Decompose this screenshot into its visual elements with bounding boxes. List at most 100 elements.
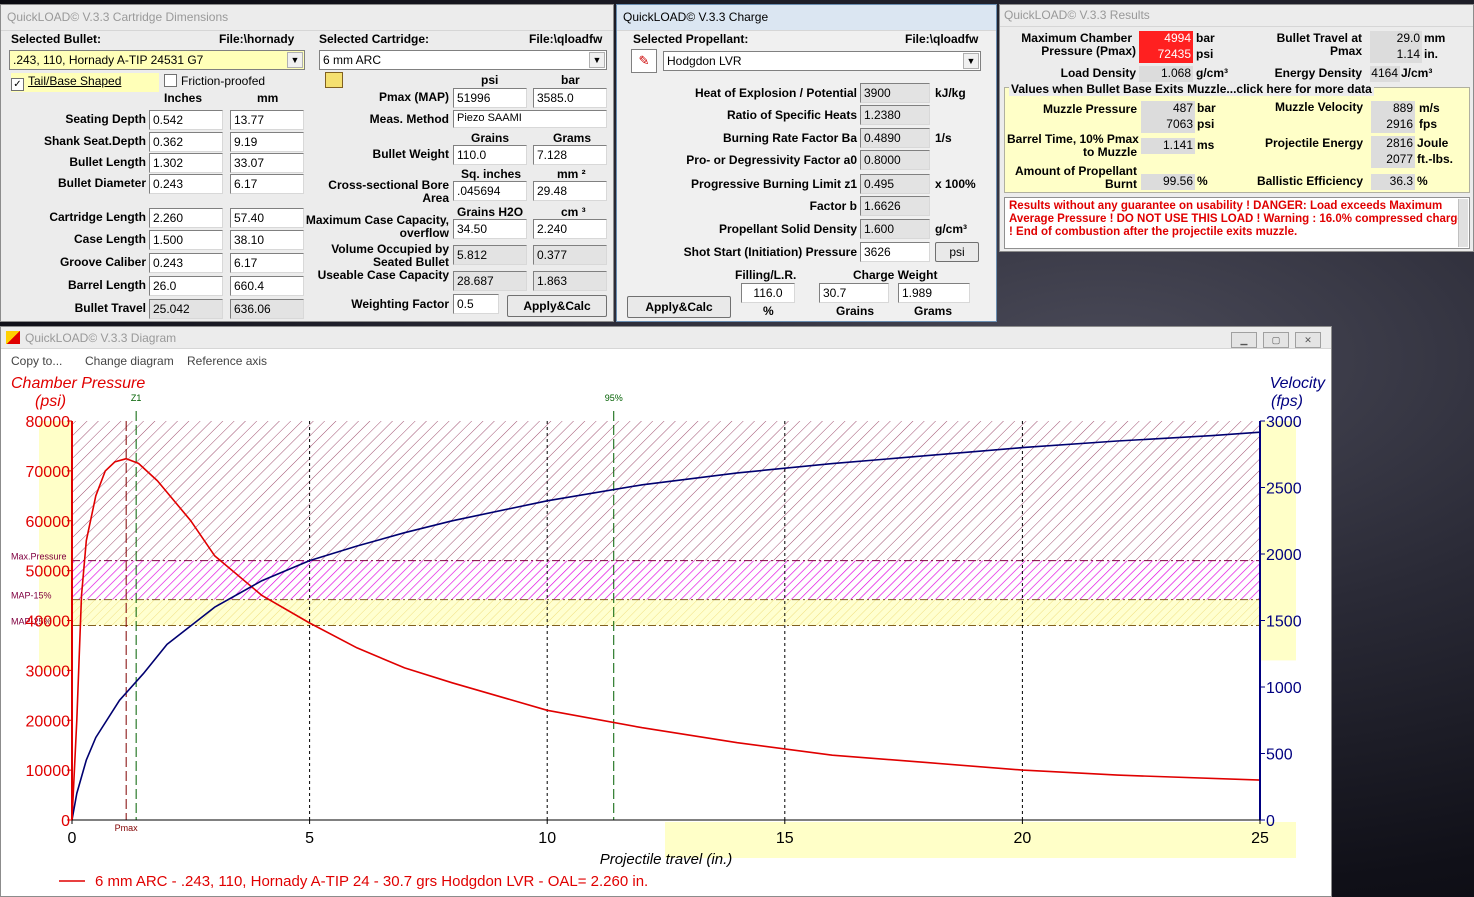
shot-start-label: Shot Start (Initiation) Pressure	[683, 245, 857, 259]
bt-label-2: Pmax	[1329, 44, 1362, 58]
muzzle-values-group[interactable]: Values when Bullet Base Exits Muzzle...c…	[1004, 82, 1470, 193]
marker-label: Z1	[131, 393, 142, 403]
propellant-param-field[interactable]: 3900	[860, 83, 930, 103]
weighting-factor-field[interactable]: 0.5	[453, 294, 499, 314]
dim-inches-field[interactable]: 0.542	[149, 110, 223, 130]
velocity-tick-label: 1000	[1266, 680, 1302, 697]
x-tick-label: 0	[68, 830, 77, 847]
charge-apply-button[interactable]: Apply&Calc	[627, 296, 731, 318]
shot-unit-button[interactable]: psi	[935, 242, 979, 262]
pmax-psi-field[interactable]: 51996	[453, 88, 527, 108]
dim-mm-field[interactable]: 6.17	[230, 253, 304, 273]
warning-scrollbar[interactable]	[1458, 199, 1468, 247]
mcp-label-2: Pressure (Pmax)	[1041, 44, 1136, 58]
propellant-param-field[interactable]: 1.6626	[860, 196, 930, 216]
tail-base-checkbox[interactable]: ✓ Tail/Base Shaped	[11, 73, 159, 92]
ucc-gr-field: 28.687	[453, 271, 527, 291]
minimize-icon[interactable]: ▁	[1231, 332, 1257, 348]
csa-mm-field[interactable]: 29.48	[533, 181, 607, 201]
col-psi: psi	[481, 73, 499, 87]
dim-inches-field[interactable]: 0.362	[149, 132, 223, 152]
load-density-unit: g/cm³	[1196, 66, 1229, 80]
chevron-down-icon[interactable]: ▼	[287, 52, 303, 68]
pressure-tick-label: 40000	[26, 614, 71, 631]
csa-label-1: Cross-sectional Bore	[328, 178, 449, 192]
mp-bar-unit: bar	[1197, 101, 1216, 115]
pressure-tick-label: 50000	[26, 564, 71, 581]
barrel-time-label-2: to Muzzle	[1083, 145, 1137, 159]
bullet-weight-gr-field[interactable]: 110.0	[453, 145, 527, 165]
grams-unit: Grams	[914, 304, 953, 318]
bt-in-unit: in.	[1424, 47, 1438, 61]
propellant-select[interactable]: Hodgdon LVR ▼	[663, 51, 981, 71]
cartridge-image-icon[interactable]	[325, 72, 343, 88]
mv-ms-unit: m/s	[1419, 101, 1440, 115]
mp-bar-value: 487	[1141, 101, 1195, 117]
propellant-param-label: Burning Rate Factor Ba	[722, 131, 857, 145]
reference-line-label: MAP-15%	[11, 591, 52, 601]
dim-inches-field[interactable]: 1.500	[149, 230, 223, 250]
dim-mm-field[interactable]: 33.07	[230, 153, 304, 173]
friction-label: Friction-proofed	[181, 74, 266, 88]
col-sq-inches: Sq. inches	[461, 167, 522, 181]
propellant-param-field[interactable]: 1.2380	[860, 105, 930, 125]
dim-inches-field[interactable]: 0.243	[149, 174, 223, 194]
x-tick-label: 10	[538, 830, 556, 847]
map-15-zone	[72, 560, 1260, 600]
filling-field[interactable]: 116.0	[741, 283, 795, 303]
check-icon[interactable]: ✓	[11, 78, 24, 91]
dim-inches-field[interactable]: 2.260	[149, 208, 223, 228]
mcc-gr-field[interactable]: 34.50	[453, 219, 527, 239]
dim-inches-field[interactable]: 1.302	[149, 153, 223, 173]
propellant-param-field[interactable]: 0.495	[860, 174, 930, 194]
velocity-tick-label: 2000	[1266, 547, 1302, 564]
filling-unit: %	[763, 304, 774, 318]
bullet-select[interactable]: .243, 110, Hornady A-TIP 24531 G7 ▼	[9, 50, 305, 70]
shot-start-field[interactable]: 3626	[860, 242, 930, 262]
group-title[interactable]: Values when Bullet Base Exits Muzzle...c…	[1009, 82, 1374, 96]
csa-in-field[interactable]: .045694	[453, 181, 527, 201]
energy-density-unit: J/cm³	[1401, 66, 1433, 80]
x-axis-band	[665, 822, 1296, 858]
checkbox-box[interactable]	[164, 74, 177, 87]
chevron-down-icon[interactable]: ▼	[963, 53, 979, 69]
dim-mm-field[interactable]: 13.77	[230, 110, 304, 130]
propellant-select-value: Hodgdon LVR	[667, 54, 742, 68]
close-icon[interactable]: ✕	[1295, 332, 1321, 348]
marker-label: Pmax	[115, 823, 139, 833]
charge-grains-field[interactable]: 30.7	[819, 283, 889, 303]
selected-bullet-label: Selected Bullet:	[11, 32, 102, 46]
dim-mm-field[interactable]: 57.40	[230, 208, 304, 228]
dims-apply-button[interactable]: Apply&Calc	[507, 295, 607, 317]
charge-grams-field[interactable]: 1.989	[898, 283, 970, 303]
friction-checkbox[interactable]: Friction-proofed	[164, 74, 265, 88]
mcc-cm-field[interactable]: 2.240	[533, 219, 607, 239]
menu-copy-to[interactable]: Copy to...	[11, 354, 62, 368]
menu-reference-axis[interactable]: Reference axis	[187, 354, 267, 368]
x-tick-label: 25	[1251, 830, 1269, 847]
chevron-down-icon[interactable]: ▼	[589, 52, 605, 68]
dim-mm-field[interactable]: 9.19	[230, 132, 304, 152]
propellant-param-field[interactable]: 0.4890	[860, 128, 930, 148]
cartridge-select[interactable]: 6 mm ARC ▼	[319, 50, 607, 70]
results-window: QuickLOAD© V.3.3 Results Maximum Chamber…	[999, 4, 1474, 252]
warning-text: Results without any guarantee on usabili…	[1004, 197, 1470, 249]
maximize-icon[interactable]: ▢	[1263, 332, 1289, 348]
dim-inches-field[interactable]: 26.0	[149, 276, 223, 296]
mcp-bar-value: 4994	[1139, 31, 1193, 47]
dim-mm-field[interactable]: 660.4	[230, 276, 304, 296]
col-cm3: cm ³	[561, 205, 586, 219]
col-inches: Inches	[164, 91, 203, 105]
diagram-window: QuickLOAD© V.3.3 Diagram ▁ ▢ ✕ Copy to..…	[0, 326, 1332, 897]
menu-change-diagram[interactable]: Change diagram	[85, 354, 174, 368]
dim-mm-field[interactable]: 6.17	[230, 174, 304, 194]
dim-inches-field[interactable]: 0.243	[149, 253, 223, 273]
propellant-param-field[interactable]: 0.8000	[860, 150, 930, 170]
pmax-bar-field[interactable]: 3585.0	[533, 88, 607, 108]
velocity-tick-label: 1500	[1266, 614, 1302, 631]
propellant-param-field[interactable]: 1.600	[860, 219, 930, 239]
propellant-edit-icon[interactable]: ✎	[631, 49, 657, 73]
meas-method-field[interactable]: Piezo SAAMI	[453, 110, 607, 128]
dim-mm-field[interactable]: 38.10	[230, 230, 304, 250]
bullet-weight-g-field[interactable]: 7.128	[533, 145, 607, 165]
